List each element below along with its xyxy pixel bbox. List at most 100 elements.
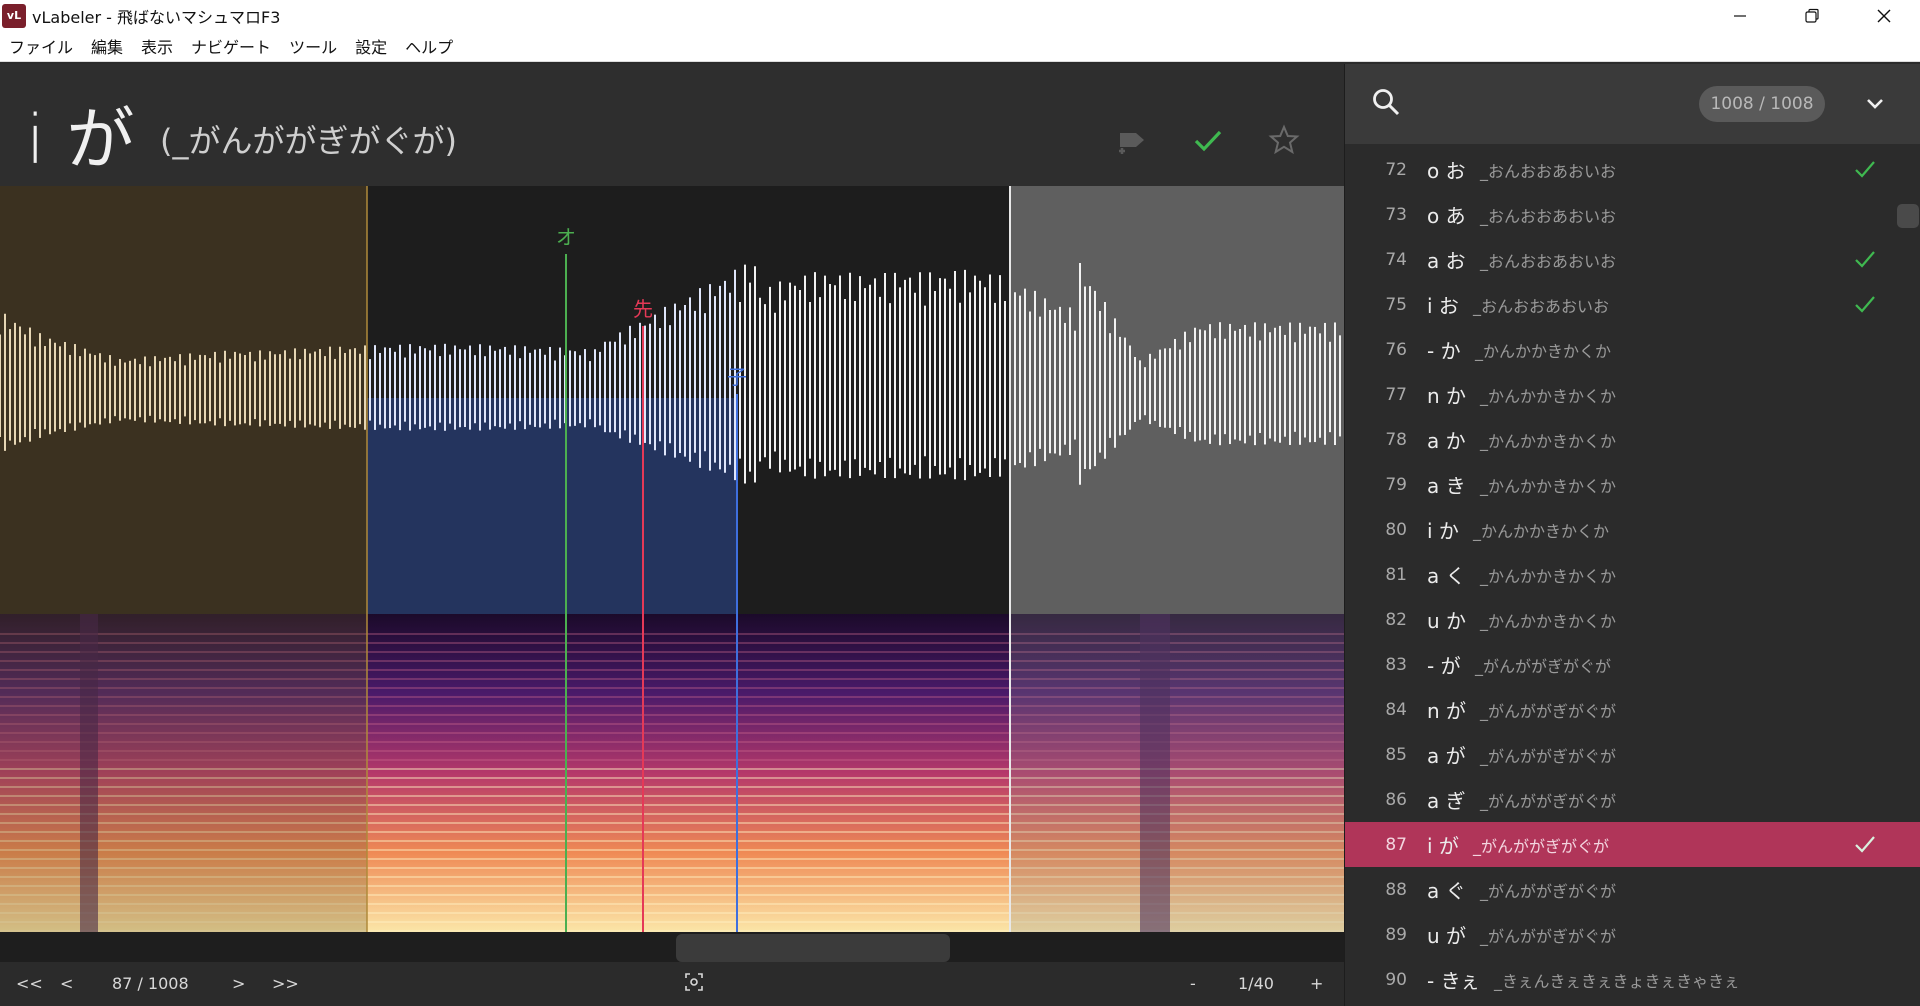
entry-sample: _かんかかきかくか bbox=[1480, 611, 1617, 631]
entry-index: 79 bbox=[1385, 474, 1407, 495]
entry-list-item[interactable]: 84 n が _がんががぎがぐが bbox=[1345, 687, 1920, 732]
entry-name: a ぐ bbox=[1427, 879, 1466, 903]
entry-name: - きぇ bbox=[1427, 969, 1480, 993]
next-entry-button[interactable]: > bbox=[232, 974, 245, 993]
search-icon[interactable] bbox=[1371, 87, 1401, 117]
entry-name: o あ bbox=[1427, 204, 1466, 228]
entry-position[interactable]: 87 / 1008 bbox=[112, 974, 189, 993]
minimize-button[interactable] bbox=[1704, 0, 1776, 31]
entry-name: a お bbox=[1427, 249, 1466, 273]
entry-sample: _おんおおあおいお bbox=[1480, 206, 1617, 226]
editor-panel: i が (_がんががぎがぐが) オ先子 << < 87 / 1008 > >> … bbox=[0, 64, 1344, 1006]
entry-sample: _がんががぎがぐが bbox=[1475, 656, 1612, 676]
entry-index: 85 bbox=[1385, 744, 1407, 765]
menu-file[interactable]: ファイル bbox=[0, 34, 82, 58]
maximize-button[interactable] bbox=[1776, 0, 1848, 31]
entry-index: 82 bbox=[1385, 609, 1407, 630]
entry-sample-name: (_がんががぎがぐが) bbox=[160, 122, 457, 160]
menu-help[interactable]: ヘルプ bbox=[396, 34, 462, 58]
marker-overlay: オ先子 bbox=[366, 186, 1011, 932]
entry-list-item[interactable]: 74 a お _おんおおあおいお bbox=[1345, 237, 1920, 282]
entry-name[interactable]: i が bbox=[26, 84, 135, 183]
fit-view-button[interactable] bbox=[684, 972, 704, 996]
last-entry-button[interactable]: >> bbox=[272, 974, 299, 993]
prev-entry-button[interactable]: < bbox=[60, 974, 73, 993]
entry-name: o お bbox=[1427, 159, 1466, 183]
entry-name: n か bbox=[1427, 384, 1467, 408]
first-entry-button[interactable]: << bbox=[16, 974, 43, 993]
entry-sample: _かんかかきかくか bbox=[1480, 566, 1617, 586]
entry-sample: _がんががぎがぐが bbox=[1480, 791, 1617, 811]
entry-name: i か bbox=[1427, 519, 1459, 543]
entry-list-item[interactable]: 83 - が _がんががぎがぐが bbox=[1345, 642, 1920, 687]
entry-list-item[interactable]: 86 a ぎ _がんががぎがぐが bbox=[1345, 777, 1920, 822]
search-bar[interactable]: 1008 / 1008 bbox=[1345, 64, 1920, 144]
entry-list-item[interactable]: 77 n か _かんかかきかくか bbox=[1345, 372, 1920, 417]
scroll-thumb[interactable] bbox=[676, 934, 950, 962]
entry-list-item[interactable]: 89 u が _がんががぎがぐが bbox=[1345, 912, 1920, 957]
focus-icon bbox=[685, 973, 703, 991]
entry-list-item[interactable]: 72 o お _おんおおあおいお bbox=[1345, 147, 1920, 192]
entry-list-item[interactable]: 79 a き _かんかかきかくか bbox=[1345, 462, 1920, 507]
entry-name: a ぎ bbox=[1427, 789, 1466, 813]
entry-list-item[interactable]: 80 i か _かんかかきかくか bbox=[1345, 507, 1920, 552]
entry-sample: _がんががぎがぐが bbox=[1480, 926, 1617, 946]
close-button[interactable] bbox=[1848, 0, 1920, 31]
entry-name: a か bbox=[1427, 429, 1466, 453]
entry-sample: _かんかかきかくか bbox=[1480, 386, 1617, 406]
entry-list-item[interactable]: 73 o あ _おんおおあおいお bbox=[1345, 192, 1920, 237]
entry-name: i お bbox=[1427, 294, 1459, 318]
close-icon bbox=[1877, 9, 1891, 22]
horizontal-scrollbar[interactable] bbox=[0, 932, 1344, 962]
entry-index: 88 bbox=[1385, 879, 1407, 900]
entry-index: 74 bbox=[1385, 249, 1407, 270]
done-check-icon[interactable] bbox=[1190, 122, 1226, 158]
entry-list-item[interactable]: 78 a か _かんかかきかくか bbox=[1345, 417, 1920, 462]
entry-list-item[interactable]: 88 a ぐ _がんががぎがぐが bbox=[1345, 867, 1920, 912]
entry-sample: _きぇんきぇきぇきょきぇきゃきぇ bbox=[1494, 971, 1740, 991]
entry-header: i が (_がんががぎがぐが) bbox=[0, 64, 1344, 186]
done-check-icon bbox=[1855, 836, 1875, 853]
entry-sample: _おんおおあおいお bbox=[1480, 161, 1617, 181]
entry-count-badge: 1008 / 1008 bbox=[1699, 86, 1825, 122]
entry-index: 87 bbox=[1385, 834, 1407, 855]
star-icon[interactable] bbox=[1266, 122, 1302, 158]
entry-list-item[interactable]: 76 - か _かんかかきかくか bbox=[1345, 327, 1920, 372]
marker-label[interactable]: 子 bbox=[727, 365, 747, 389]
chevron-down-icon[interactable] bbox=[1861, 90, 1889, 118]
entry-name: a き bbox=[1427, 474, 1466, 498]
marker-label[interactable]: オ bbox=[556, 225, 576, 249]
menu-navigate[interactable]: ナビゲート bbox=[182, 34, 280, 58]
entry-index: 80 bbox=[1385, 519, 1407, 540]
zoom-out-button[interactable]: - bbox=[1190, 974, 1196, 993]
entry-list-item[interactable]: 85 a が _がんががぎがぐが bbox=[1345, 732, 1920, 777]
entry-sample: _おんおおあおいお bbox=[1473, 296, 1610, 316]
marker-label[interactable]: 先 bbox=[633, 297, 653, 321]
zoom-in-button[interactable]: + bbox=[1310, 974, 1323, 993]
entry-list-item[interactable]: 75 i お _おんおおあおいお bbox=[1345, 282, 1920, 327]
entry-name: n が bbox=[1427, 699, 1467, 723]
menu-view[interactable]: 表示 bbox=[132, 34, 182, 58]
menu-settings[interactable]: 設定 bbox=[346, 34, 396, 58]
entry-list-item[interactable]: 82 u か _かんかかきかくか bbox=[1345, 597, 1920, 642]
entry-sample-text: _がんががぎがぐが bbox=[172, 122, 445, 160]
menu-bar: ファイル 編集 表示 ナビゲート ツール 設定 ヘルプ bbox=[0, 31, 1920, 62]
label-canvas[interactable]: オ先子 bbox=[0, 186, 1344, 932]
entry-name: u が bbox=[1427, 924, 1467, 948]
entry-list-item[interactable]: 87 i が _がんががぎがぐが bbox=[1345, 822, 1920, 867]
entry-list-item[interactable]: 81 a く _かんかかきかくか bbox=[1345, 552, 1920, 597]
entry-sample: _かんかかきかくか bbox=[1480, 476, 1617, 496]
entry-index: 89 bbox=[1385, 924, 1407, 945]
menu-tools[interactable]: ツール bbox=[280, 34, 346, 58]
entry-list-item[interactable]: 90 - きぇ _きぇんきぇきぇきょきぇきゃきぇ bbox=[1345, 957, 1920, 1002]
entry-index: 86 bbox=[1385, 789, 1407, 810]
entry-sample: _がんががぎがぐが bbox=[1473, 836, 1610, 856]
entry-index: 72 bbox=[1385, 159, 1407, 180]
menu-edit[interactable]: 編集 bbox=[82, 34, 132, 58]
tag-icon[interactable] bbox=[1114, 122, 1150, 158]
entry-sample: _がんががぎがぐが bbox=[1480, 701, 1617, 721]
list-scrollbar-thumb[interactable] bbox=[1897, 204, 1919, 228]
entry-index: 81 bbox=[1385, 564, 1407, 585]
entry-list[interactable]: 72 o お _おんおおあおいお 73 o あ _おんおおあおいお 74 a お _おんおおあお… bbox=[1345, 147, 1920, 1002]
entry-index: 84 bbox=[1385, 699, 1407, 720]
